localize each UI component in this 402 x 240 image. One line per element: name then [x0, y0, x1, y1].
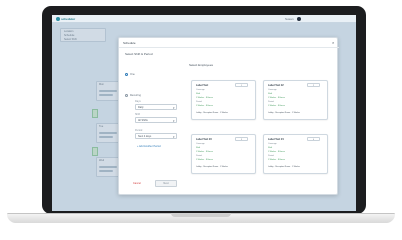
card-title: Label Text #2 [268, 84, 284, 87]
card-line: Period [196, 101, 202, 103]
card-line: 1 Worker · 8 Hours [196, 151, 213, 153]
modal-title: Schedule [123, 41, 136, 45]
select-value: All Shifts [138, 119, 148, 122]
card-line: 1 Worker · 8 Hours [268, 159, 285, 161]
option-recurring[interactable]: Recurring [125, 94, 141, 98]
option-label: One [130, 73, 135, 77]
chevron-down-icon: ▾ [173, 119, 175, 123]
card-title: Label Text [196, 84, 209, 87]
app-logo[interactable]: scheduler [56, 16, 75, 22]
card-badge: 4 [307, 137, 320, 141]
option-one[interactable]: One [125, 73, 135, 77]
card-line: 1 Worker · 8 Hours [196, 105, 213, 107]
period-select[interactable]: Next 4 days ▾ [135, 133, 177, 139]
assignment-card[interactable]: Label Text #4 4 Coverage Shift 1 Worker … [263, 134, 328, 174]
card-title: Label Text #3 [196, 138, 212, 141]
app-header: scheduler Susan [52, 15, 356, 23]
add-period-link[interactable]: + Add Another Period [137, 145, 161, 148]
card-badge: 1 [235, 83, 248, 87]
card-line: Shift [196, 147, 201, 149]
laptop-notch [171, 213, 231, 217]
option-label: Recurring [130, 94, 141, 98]
stage: scheduler Susan Location Schedule Select… [0, 0, 402, 240]
card-line: Shift [196, 93, 201, 95]
field-label: Period [135, 129, 143, 132]
card-line: Coverage [268, 143, 277, 145]
radio-icon[interactable] [125, 94, 128, 97]
cancel-button[interactable]: Cancel [133, 181, 141, 186]
card-line: 1 Worker · 8 Hours [268, 151, 285, 153]
assignment-card[interactable]: Label Text #3 3 Coverage Shift 1 Worker … [191, 134, 256, 174]
card-line: Period [268, 155, 274, 157]
select-value: Daily [138, 106, 144, 109]
card-line: 1 Worker · 8 Hours [196, 159, 213, 161]
laptop-screen: scheduler Susan Location Schedule Select… [52, 15, 356, 211]
shift-select[interactable]: All Shifts ▾ [135, 117, 177, 123]
avatar[interactable] [297, 17, 301, 21]
chevron-down-icon: ▾ [173, 135, 175, 139]
assignment-card[interactable]: Label Text #2 2 Coverage Shift 1 Worker … [263, 80, 328, 120]
divider [119, 47, 339, 48]
select-value: Next 4 days [138, 135, 152, 138]
card-line: Period [196, 155, 202, 157]
card-line: Period [268, 101, 274, 103]
card-line: Coverage [196, 143, 205, 145]
assignment-card[interactable]: Label Text 1 Coverage Shift 1 Worker · 8… [191, 80, 256, 120]
user-name[interactable]: Susan [285, 16, 294, 22]
app-logo-text: scheduler [61, 17, 76, 21]
days-select[interactable]: Daily ▾ [135, 104, 177, 110]
card-line: Lobby · Reception Room · 1 Worker [196, 166, 228, 168]
chevron-down-icon: ▾ [173, 106, 175, 110]
right-panel-heading: Select Employees [189, 63, 214, 67]
card-line: Lobby · Reception Room · 1 Worker [268, 112, 300, 114]
card-line: 1 Worker · 8 Hours [268, 105, 285, 107]
next-button[interactable]: Next [155, 180, 177, 187]
card-badge: 3 [235, 137, 248, 141]
card-badge: 2 [307, 83, 320, 87]
schedule-modal: Schedule × Select Shift & Period One Rec… [118, 37, 339, 195]
card-line: Coverage [268, 89, 277, 91]
logo-icon [56, 17, 60, 22]
card-line: Lobby · Reception Room · 1 Worker [268, 166, 300, 168]
card-title: Label Text #4 [268, 138, 284, 141]
card-line: Coverage [196, 89, 205, 91]
card-line: Shift [268, 93, 273, 95]
card-line: 1 Worker · 8 Hours [196, 97, 213, 99]
close-icon[interactable]: × [332, 40, 334, 45]
card-line: Lobby · Reception Room · 1 Worker [196, 112, 228, 114]
radio-selected-icon[interactable] [125, 73, 128, 76]
field-label: Days [135, 100, 141, 103]
left-panel-heading: Select Shift & Period [125, 52, 153, 56]
card-line: Shift [268, 147, 273, 149]
card-line: 1 Worker · 8 Hours [268, 97, 285, 99]
field-label: Shift [135, 113, 141, 116]
